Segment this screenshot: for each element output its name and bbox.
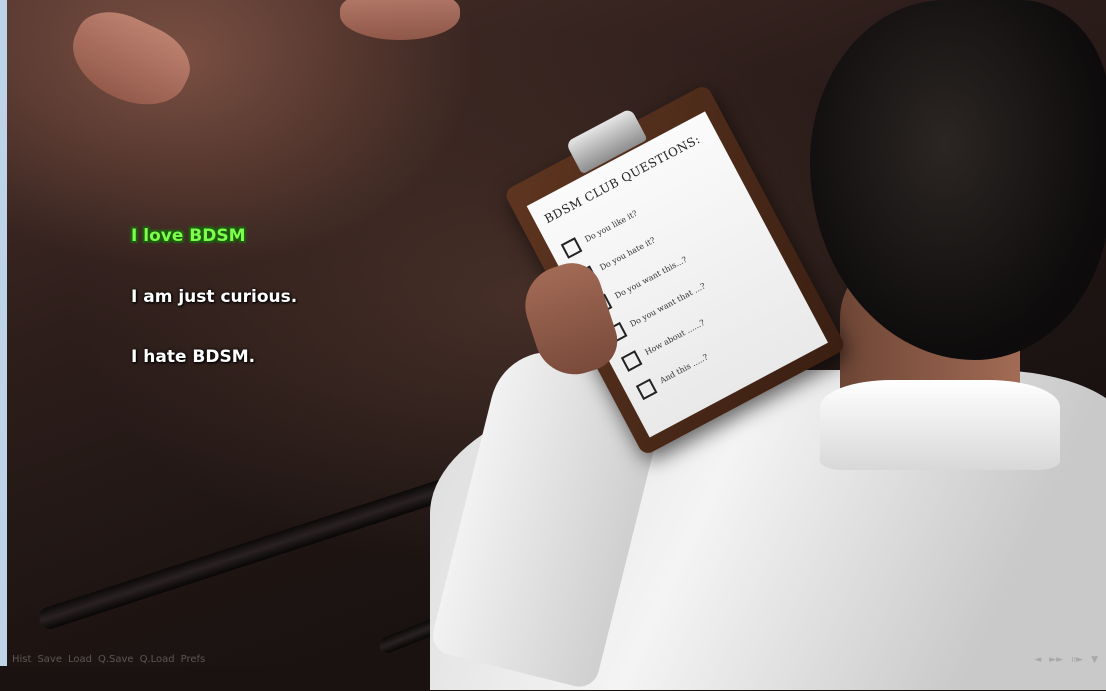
quick-menu-history[interactable]: Hist xyxy=(12,654,31,665)
question-text: Do you like it? xyxy=(583,208,639,245)
game-background-scene: BDSM CLUB QUESTIONS: Do you like it? Do … xyxy=(0,0,1106,691)
checkbox-icon xyxy=(560,237,583,259)
window-edge xyxy=(0,0,7,666)
quick-menu-quick-load[interactable]: Q.Load xyxy=(140,654,175,665)
hide-menu-icon[interactable]: ▼ xyxy=(1091,655,1098,665)
auto-forward-icon[interactable]: ıı► xyxy=(1071,655,1083,665)
question-text: Do you hate it? xyxy=(598,235,657,273)
question-text: How about ......? xyxy=(643,317,707,358)
quick-menu-save[interactable]: Save xyxy=(37,654,62,665)
character-collar xyxy=(820,380,1060,470)
background-hand-right xyxy=(340,0,460,40)
choice-just-curious[interactable]: I am just curious. xyxy=(131,287,297,307)
checkbox-icon xyxy=(620,350,643,372)
skip-icon[interactable]: ►► xyxy=(1049,655,1063,665)
quick-menu-quick-save[interactable]: Q.Save xyxy=(98,654,134,665)
rollback-icon[interactable]: ◄ xyxy=(1034,655,1041,665)
choice-love-bdsm[interactable]: I love BDSM xyxy=(131,226,246,246)
background-hand-left xyxy=(58,0,202,122)
quick-menu-load[interactable]: Load xyxy=(68,654,92,665)
choice-hate-bdsm[interactable]: I hate BDSM. xyxy=(131,347,255,367)
quick-menu-prefs[interactable]: Prefs xyxy=(181,654,206,665)
skip-controls: ◄ ►► ıı► ▼ xyxy=(1034,655,1098,665)
quick-menu: Hist Save Load Q.Save Q.Load Prefs xyxy=(12,654,205,665)
checkbox-icon xyxy=(635,378,658,401)
question-text: And this .....? xyxy=(658,352,710,386)
